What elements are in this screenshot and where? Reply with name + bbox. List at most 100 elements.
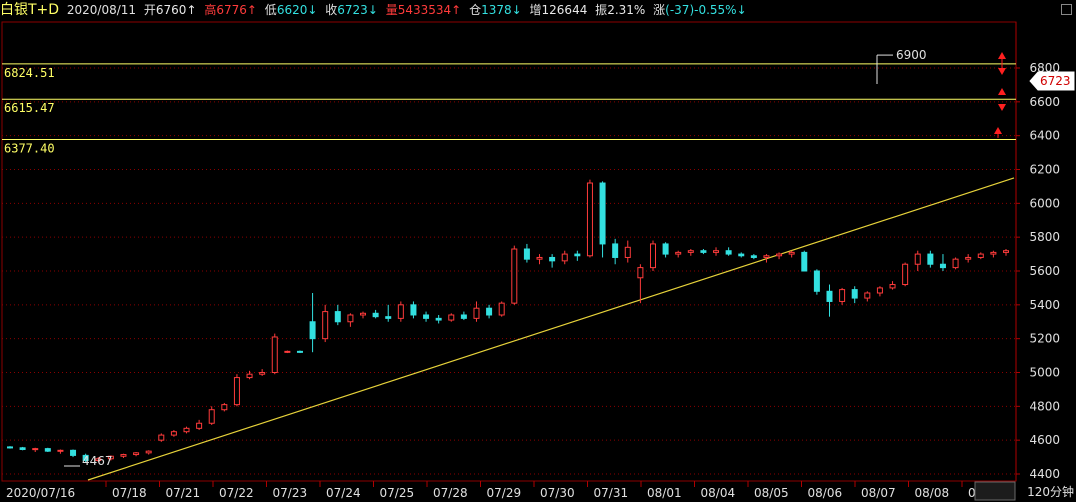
trend-line (87, 177, 1015, 481)
arrow-up-icon (186, 3, 196, 17)
candle-body-down (927, 253, 934, 265)
increase-value: 126644 (541, 3, 588, 17)
x-tick-label: 07/28 (433, 486, 468, 500)
level-label: 6615.47 (4, 101, 55, 115)
candle-body-up (448, 314, 455, 321)
x-tick-label: 2020/07/16 (6, 486, 75, 500)
candle-body-down (939, 263, 946, 269)
quote-info-bar: 白银T+D 2020/08/11 开6760 高6776 低6620 收6723… (0, 0, 1076, 22)
x-tick-label: 08/07 (861, 486, 896, 500)
x-tick-label: 08/04 (701, 486, 736, 500)
candle-body-up (876, 287, 883, 294)
quote-date: 2020/08/11 (66, 3, 137, 17)
change-value: (-37)-0.55% (665, 3, 737, 17)
candle-body-up (221, 404, 228, 411)
candle-body-down (801, 251, 808, 272)
x-tick-label: 07/30 (540, 486, 575, 500)
x-tick-label: 07/25 (380, 486, 415, 500)
candle-body-down (19, 447, 26, 450)
candle-body-down (851, 289, 858, 299)
increase-label: 增 (529, 3, 542, 17)
candle-body-down (435, 317, 442, 321)
kline-chart[interactable]: 6800660064006200600058005600540052005000… (0, 0, 1076, 502)
plot-frame (1, 21, 1017, 482)
candle-body-up (952, 258, 959, 269)
x-tick-label: 07/23 (273, 486, 308, 500)
close-box-icon[interactable] (1061, 4, 1072, 15)
candle-body-down (385, 316, 392, 319)
candle-body-up (259, 372, 266, 375)
red-down-triangle-icon[interactable] (998, 68, 1006, 75)
high-value: 6776 (216, 3, 247, 17)
y-tick-label: 5200 (1029, 332, 1060, 346)
volume-value: 5433534 (397, 3, 452, 17)
candle-body-up (233, 377, 240, 406)
arrow-down-icon (512, 3, 522, 17)
candle-body-down (309, 321, 316, 340)
candle-body-up (649, 243, 656, 269)
arrow-down-icon (307, 3, 317, 17)
candle-body-down (826, 290, 833, 302)
arrow-up-icon (451, 3, 461, 17)
last-price-label: 6723 (1040, 74, 1071, 88)
candle-body-down (372, 312, 379, 318)
y-tick-label: 6200 (1029, 163, 1060, 177)
candle-body-up (763, 255, 770, 258)
candle-body-down (334, 311, 341, 323)
candle-body-down (750, 255, 757, 258)
candle-body-down (738, 253, 745, 257)
instrument-name: 白银T+D (0, 2, 60, 18)
y-tick-label: 6400 (1029, 129, 1060, 143)
candle-body-up (675, 251, 682, 255)
candle-body-up (32, 448, 39, 451)
level-label: 6377.40 (4, 141, 55, 155)
candle-body-down (725, 250, 732, 255)
candle-body-up (158, 434, 165, 441)
y-tick-label: 4800 (1029, 399, 1060, 413)
red-up-triangle-icon[interactable] (994, 127, 1002, 134)
position-value: 1378 (481, 3, 512, 17)
candle-body-up (360, 312, 367, 316)
candle-body-up (120, 454, 127, 457)
last-date-box (974, 481, 1016, 501)
open-label: 开 (143, 3, 156, 17)
y-tick-label: 5000 (1029, 366, 1060, 380)
candle-body-down (549, 256, 556, 262)
x-tick-label: 08/08 (915, 486, 950, 500)
candle-body-up (208, 409, 215, 424)
candle-body-up (322, 311, 329, 340)
candle-body-up (1003, 250, 1009, 253)
red-down-triangle-icon[interactable] (998, 104, 1006, 111)
y-tick-label: 5600 (1029, 264, 1060, 278)
candle-body-down (7, 446, 13, 449)
candle-body-up (977, 253, 984, 258)
candle-body-up (196, 422, 203, 429)
candle-body-up (914, 253, 921, 265)
candle-body-up (889, 284, 896, 289)
candle-body-up (271, 336, 278, 374)
arrow-down-icon (737, 3, 747, 17)
red-up-triangle-icon[interactable] (998, 88, 1006, 95)
low-label: 低 (264, 3, 277, 17)
red-up-triangle-icon[interactable] (998, 52, 1006, 59)
candle-body-up (965, 256, 972, 260)
x-tick-label: 08/05 (754, 486, 789, 500)
candle-body-up (511, 248, 518, 304)
low-value: 6620 (276, 3, 308, 17)
candle-body-up (170, 431, 177, 436)
y-tick-label: 5800 (1029, 230, 1060, 244)
candle-body-down (662, 243, 669, 255)
period-label[interactable]: 120分钟 (1027, 483, 1074, 500)
y-tick-label: 6000 (1029, 196, 1060, 210)
high-marker-label: 6900 (896, 48, 927, 62)
volume-label: 量 (385, 3, 398, 17)
candle-body-up (624, 246, 631, 258)
candle-body-down (813, 270, 820, 292)
candle-body-down (700, 250, 707, 253)
candle-body-up (183, 427, 190, 433)
x-tick-label: 07/29 (487, 486, 522, 500)
x-tick-label: 07/22 (219, 486, 254, 500)
candle-body-up (637, 267, 644, 279)
candle-body-up (246, 373, 253, 379)
close-label: 收 (325, 3, 338, 17)
